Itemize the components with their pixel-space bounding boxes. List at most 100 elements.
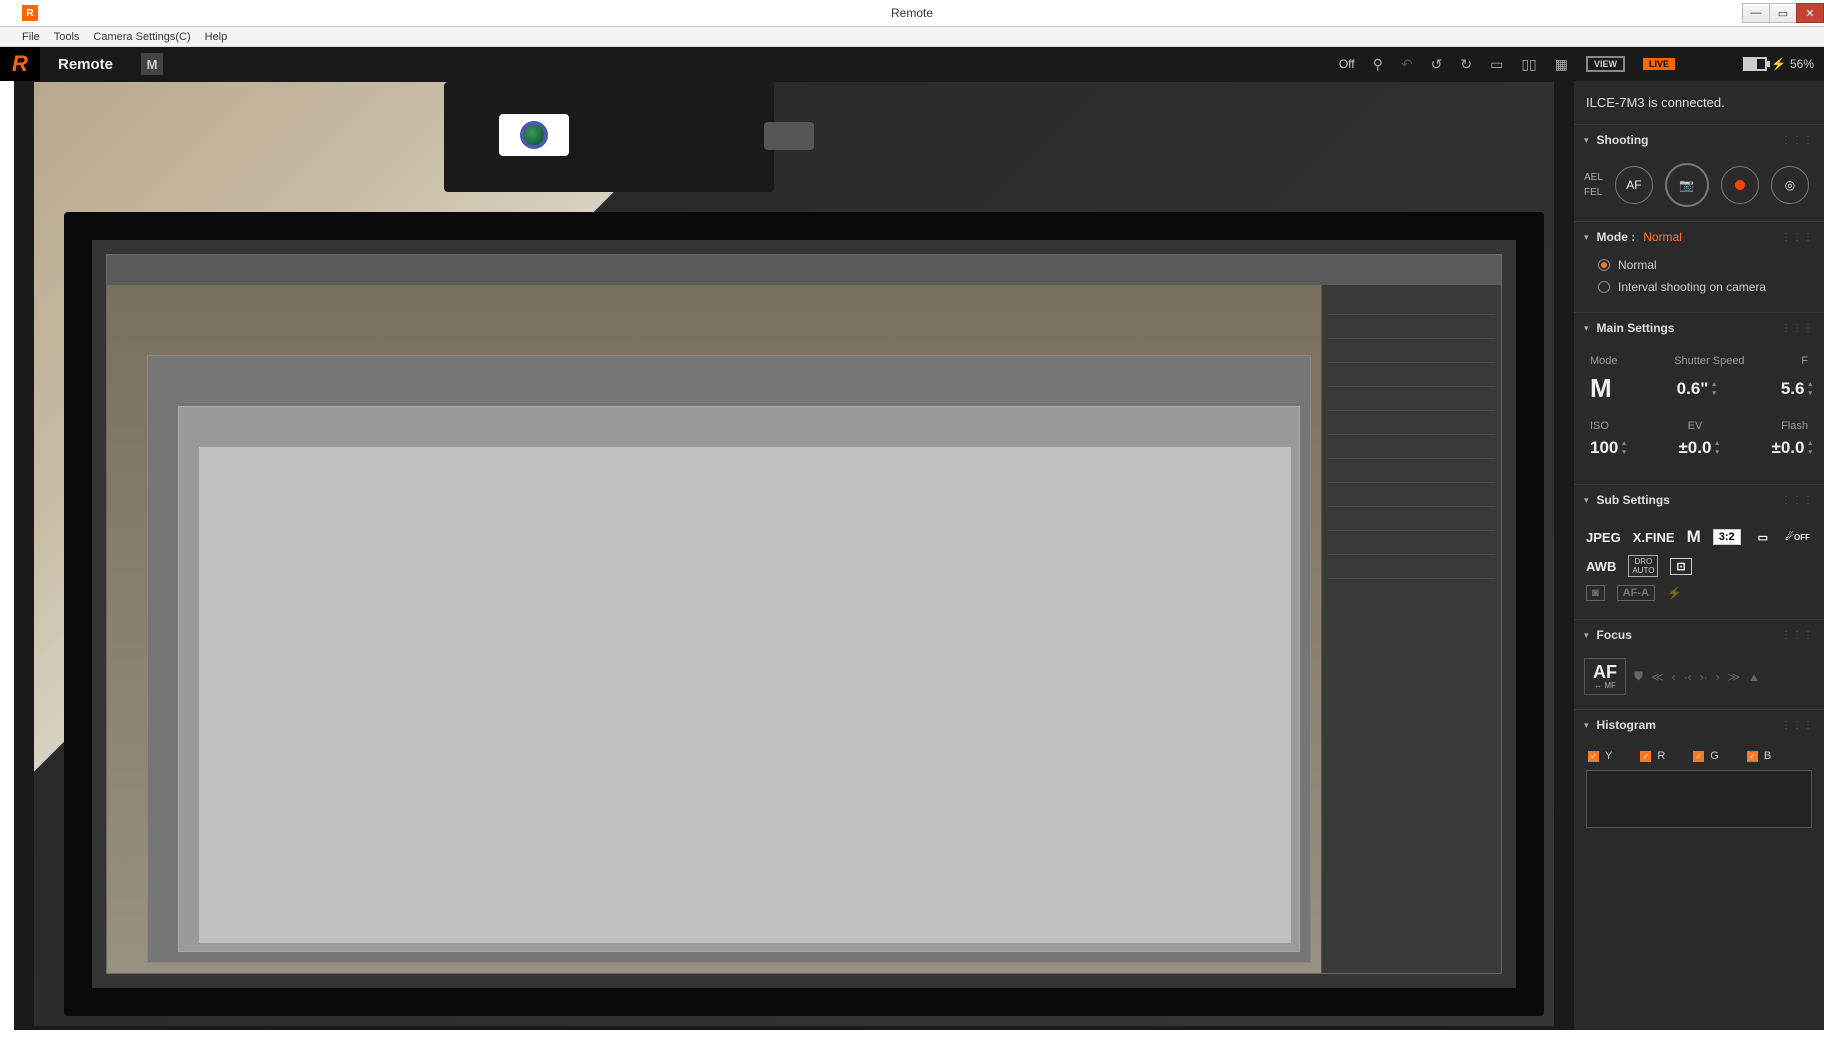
dro-auto[interactable]: DROAUTO [1628,555,1658,577]
hist-b-checkbox[interactable]: ✓B [1747,750,1771,762]
mode-normal-option[interactable]: Normal [1584,254,1814,276]
battery-indicator: ⚡ 56% [1743,57,1814,71]
rotate-left-icon[interactable]: ↺ [1431,56,1443,73]
section-histogram: ▾ Histogram ⋮⋮⋮ ✓Y ✓R ✓G ✓B [1574,709,1824,842]
chevron-down-icon: ▾ [1584,232,1589,243]
header-mode-m-icon[interactable]: M [141,53,163,75]
window-titlebar: R Remote — ▭ ✕ [0,0,1824,27]
bottom-white-strip [0,1030,1824,1044]
main-settings-header[interactable]: ▾ Main Settings ⋮⋮⋮ [1574,313,1824,343]
chevron-down-icon: ▾ [1584,630,1589,641]
hist-g-checkbox[interactable]: ✓G [1693,750,1719,762]
battery-icon [1743,57,1767,71]
grip-icon: ⋮⋮⋮ [1781,720,1814,731]
zoom-icon[interactable]: ⚲ [1373,56,1383,73]
record-dot-icon [1735,180,1745,190]
rotate-right-icon[interactable]: ↻ [1460,56,1472,73]
long-expo-nr[interactable]: ☄OFF [1785,532,1810,543]
focus-far-icon[interactable]: › [1716,670,1720,684]
connection-status: ILCE-7M3 is connected. [1574,81,1824,124]
shutter-value[interactable]: 0.6"▴▾ [1677,379,1716,399]
file-format-jpeg[interactable]: JPEG [1586,530,1621,545]
menu-bar: File Tools Camera Settings(C) Help [0,27,1824,47]
layout-single-icon[interactable]: ▭ [1490,56,1503,73]
undo-icon[interactable]: ↶ [1401,56,1413,73]
grip-icon: ⋮⋮⋮ [1781,495,1814,506]
histogram-header[interactable]: ▾ Histogram ⋮⋮⋮ [1574,710,1824,740]
shooting-header[interactable]: ▾ Shooting ⋮⋮⋮ [1574,125,1824,155]
maximize-button[interactable]: ▭ [1769,3,1797,23]
fel-label[interactable]: FEL [1584,187,1603,198]
metering-mode-icon[interactable]: ◙ [1586,585,1605,601]
sub-settings-title: Sub Settings [1597,493,1670,507]
iso-value[interactable]: 100▴▾ [1590,438,1626,458]
image-size-m[interactable]: M [1687,527,1701,547]
radio-off-icon [1598,281,1610,293]
quality-xfine[interactable]: X.FINE [1633,530,1675,545]
mode-interval-label: Interval shooting on camera [1618,280,1766,294]
content-area: ILCE-7M3 is connected. ▾ Shooting ⋮⋮⋮ AE… [0,81,1824,1044]
hist-r-checkbox[interactable]: ✓R [1640,750,1665,762]
mode-col-label: Mode [1590,355,1618,367]
window-title: Remote [891,6,933,20]
section-focus: ▾ Focus ⋮⋮⋮ AF ↔ MF ⛊ ≪ ‹ ·‹ ›· › ≫ [1574,619,1824,709]
focus-far-fine-icon[interactable]: ›· [1700,670,1708,684]
focus-infinity-icon[interactable]: ▲ [1748,670,1760,684]
radio-on-icon [1598,259,1610,271]
ael-label[interactable]: AEL [1584,172,1603,183]
layout-grid-icon[interactable]: ▦ [1555,56,1568,73]
section-shooting: ▾ Shooting ⋮⋮⋮ AEL FEL AF 📷 ◎ [1574,124,1824,221]
flash-value[interactable]: ±0.0▴▾ [1772,438,1812,458]
live-preview-image [34,82,1554,1026]
grid-off-label[interactable]: Off [1339,57,1355,71]
live-preview-area[interactable] [14,81,1574,1044]
focus-near-fast-icon[interactable]: ≪ [1651,670,1664,684]
mode-label: Mode : [1597,230,1636,244]
focus-person-icon[interactable]: ⛊ [1634,669,1643,684]
chevron-down-icon: ▾ [1584,495,1589,506]
ev-value[interactable]: ±0.0▴▾ [1678,438,1718,458]
menu-file[interactable]: File [22,31,40,43]
af-mf-toggle[interactable]: AF ↔ MF [1584,658,1626,695]
menu-help[interactable]: Help [205,31,228,43]
battery-percent: 56% [1790,57,1814,71]
mode-interval-option[interactable]: Interval shooting on camera [1584,276,1814,298]
shutter-button[interactable]: 📷 [1665,163,1709,207]
layout-split-icon[interactable]: ▯▯ [1521,56,1536,73]
histogram-display [1586,770,1812,828]
app-name-label: Remote [58,56,113,73]
live-button[interactable]: LIVE [1643,58,1675,70]
flash-mode-icon[interactable]: ⚡ [1667,586,1682,600]
right-panel: ILCE-7M3 is connected. ▾ Shooting ⋮⋮⋮ AE… [1574,81,1824,1044]
window-controls: — ▭ ✕ [1743,3,1824,23]
camera-icon: 📷 [1679,178,1694,192]
focus-mode-afa[interactable]: AF-A [1617,585,1655,601]
mode-header[interactable]: ▾ Mode : Normal ⋮⋮⋮ [1574,222,1824,252]
sub-settings-header[interactable]: ▾ Sub Settings ⋮⋮⋮ [1574,485,1824,515]
focus-near-fine-icon[interactable]: ·‹ [1684,670,1692,684]
focus-target-button[interactable]: ◎ [1771,166,1809,204]
mode-value-m[interactable]: M [1590,373,1612,404]
left-white-strip [0,81,14,1044]
af-button[interactable]: AF [1615,166,1653,204]
focus-header[interactable]: ▾ Focus ⋮⋮⋮ [1574,620,1824,650]
minimize-button[interactable]: — [1742,3,1770,23]
record-button[interactable] [1721,166,1759,204]
view-button[interactable]: VIEW [1586,56,1625,72]
ev-col-label: EV [1688,420,1703,432]
grip-icon: ⋮⋮⋮ [1781,232,1814,243]
menu-camera-settings[interactable]: Camera Settings(C) [93,31,190,43]
creative-style-icon[interactable]: ⊡ [1670,558,1691,575]
hist-y-checkbox[interactable]: ✓Y [1588,750,1612,762]
aps-c-icon[interactable]: ▭ [1753,530,1773,545]
aperture-value[interactable]: 5.6▴▾ [1781,379,1812,399]
app-logo: R [0,47,40,81]
white-balance-awb[interactable]: AWB [1586,559,1616,574]
camera-device [444,82,774,192]
close-button[interactable]: ✕ [1796,3,1824,23]
aspect-ratio[interactable]: 3:2 [1713,529,1741,545]
section-main-settings: ▾ Main Settings ⋮⋮⋮ Mode Shutter Speed F… [1574,312,1824,484]
focus-far-fast-icon[interactable]: ≫ [1728,670,1741,684]
focus-near-icon[interactable]: ‹ [1672,670,1676,684]
menu-tools[interactable]: Tools [54,31,80,43]
